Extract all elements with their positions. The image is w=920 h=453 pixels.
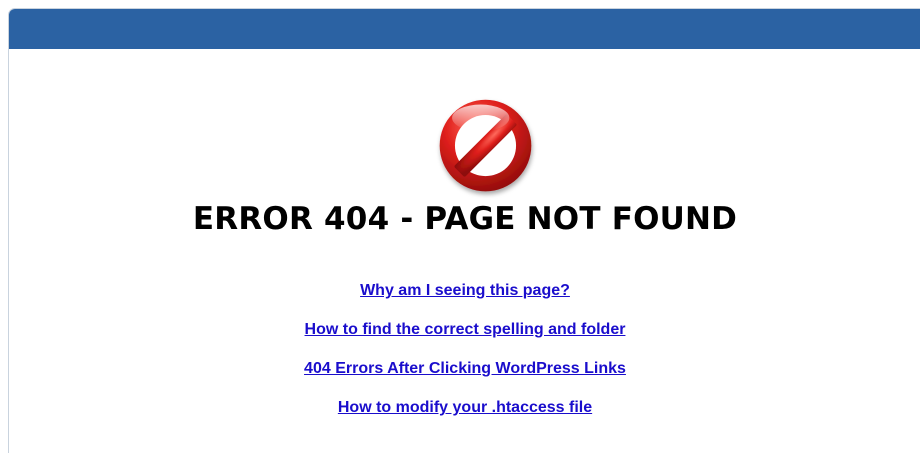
- link-find-correct-spelling[interactable]: How to find the correct spelling and fol…: [305, 321, 626, 338]
- main-content: ERROR 404 - PAGE NOT FOUND Why am I seei…: [9, 49, 920, 453]
- list-item: 404 Errors After Clicking WordPress Link…: [9, 349, 920, 388]
- prohibited-icon: [439, 99, 532, 192]
- page-frame: ERROR 404 - PAGE NOT FOUND Why am I seei…: [8, 8, 920, 453]
- header-bar: [9, 9, 920, 49]
- link-why-seeing-page[interactable]: Why am I seeing this page?: [360, 282, 570, 299]
- list-item: Why am I seeing this page?: [9, 271, 920, 310]
- list-item: How to find the correct spelling and fol…: [9, 310, 920, 349]
- link-wordpress-404-errors[interactable]: 404 Errors After Clicking WordPress Link…: [304, 360, 626, 377]
- page-title: ERROR 404 - PAGE NOT FOUND: [192, 201, 738, 237]
- link-modify-htaccess[interactable]: How to modify your .htaccess file: [338, 399, 592, 416]
- list-item: How to modify your .htaccess file: [9, 388, 920, 427]
- help-links-list: Why am I seeing this page? How to find t…: [9, 271, 920, 427]
